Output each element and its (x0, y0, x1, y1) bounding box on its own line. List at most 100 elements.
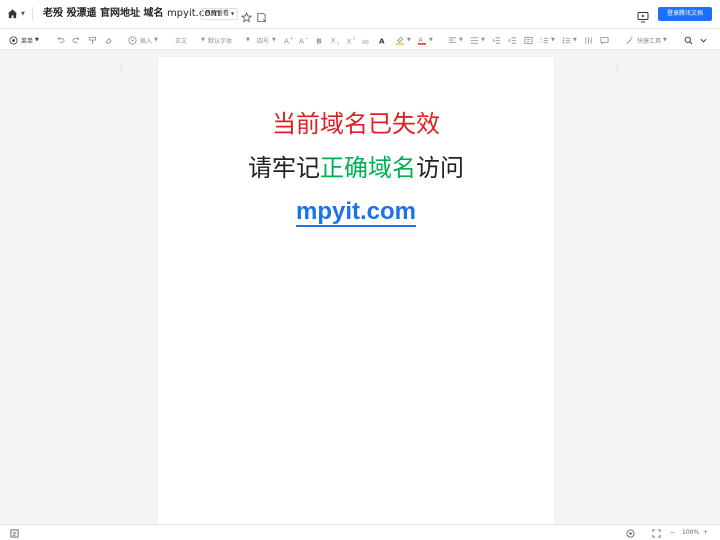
paragraph-style-select[interactable]: 正文 ▼ (175, 34, 205, 46)
search-button[interactable] (684, 34, 693, 46)
chevron-down-icon: ▼ (429, 37, 433, 43)
font-decrease-icon: A − (299, 36, 309, 44)
chevron-down-icon: ▼ (154, 37, 158, 43)
collapse-toolbar-button[interactable] (699, 34, 708, 46)
home-menu[interactable]: ▼ (7, 8, 25, 19)
text-effect-button[interactable]: A (378, 34, 388, 46)
document-page[interactable]: 当前域名已失效 请牢记正确域名访问 mpyit.com (158, 57, 554, 524)
chevron-down-icon: ▼ (201, 37, 205, 43)
outdent-icon (508, 36, 517, 45)
zoom-level[interactable]: 100% (682, 529, 699, 537)
svg-text:A: A (418, 37, 423, 44)
align-button[interactable]: ▼ (448, 34, 463, 46)
insert-icon (128, 35, 137, 45)
chevron-down-icon: ▼ (551, 37, 555, 43)
quick-tools-menu[interactable]: 快捷工具 ▼ (625, 34, 667, 46)
svg-text:A: A (299, 36, 304, 44)
chevron-down-icon: ▼ (573, 37, 577, 43)
svg-text:B: B (316, 36, 321, 44)
chevron-down-icon: ▼ (459, 37, 463, 43)
outdent-button[interactable] (508, 34, 517, 46)
comment-button[interactable] (600, 34, 609, 46)
chevron-down-icon: ▼ (35, 37, 39, 43)
title-divider (32, 7, 33, 21)
line-spacing-button[interactable]: ▼ (470, 34, 485, 46)
status-bar: − 100% + (0, 524, 720, 540)
bulleted-list-button[interactable]: ▼ (562, 34, 577, 46)
quote-button[interactable] (524, 34, 533, 46)
columns-button[interactable] (584, 34, 593, 46)
text-effect-icon: A (378, 36, 388, 44)
chevron-down-icon: ▼ (21, 10, 25, 17)
search-icon (684, 36, 693, 45)
font-family-select[interactable]: 默认字体 ▼ (208, 34, 250, 46)
bookmark-icon[interactable] (256, 8, 267, 27)
redo-icon (72, 36, 81, 45)
undo-button[interactable] (56, 34, 65, 46)
menu-button[interactable]: 菜单 ▼ (9, 34, 39, 46)
chevron-down-icon: ▼ (481, 37, 485, 43)
svg-text:A: A (284, 36, 289, 44)
insert-menu[interactable]: 插入 ▼ (128, 34, 158, 46)
highlight-color-button[interactable]: ▼ (395, 34, 411, 46)
comment-icon (600, 36, 609, 45)
present-icon[interactable] (637, 8, 649, 27)
toolbar-divider (617, 62, 618, 74)
remember-notice: 请牢记正确域名访问 (248, 154, 464, 182)
star-icon[interactable] (240, 8, 253, 27)
align-left-icon (448, 36, 457, 45)
line-spacing-icon (470, 36, 479, 45)
zoom-out-button[interactable]: − (670, 529, 675, 537)
bold-icon: B (315, 36, 323, 44)
readonly-badge[interactable]: 只能查看 ▼ (201, 8, 239, 20)
fullscreen-button[interactable] (652, 529, 661, 540)
zoom-in-button[interactable]: + (703, 529, 708, 537)
numbered-list-icon (540, 36, 549, 45)
undo-icon (56, 36, 65, 45)
pinyin-icon: ab (362, 36, 372, 44)
expired-notice: 当前域名已失效 (272, 110, 440, 138)
domain-line: mpyit.com (158, 197, 554, 229)
increase-font-button[interactable]: A + (284, 34, 294, 46)
subscript-button[interactable]: X2 (331, 34, 341, 46)
numbered-list-button[interactable]: ▼ (540, 34, 555, 46)
font-size-select[interactable]: 四号 ▼ (257, 34, 276, 46)
superscript-icon: X2 (347, 36, 357, 44)
play-button[interactable] (626, 529, 635, 540)
quote-icon (524, 36, 533, 45)
font-color-button[interactable]: A ▼ (417, 34, 433, 46)
highlighter-icon (395, 35, 405, 45)
svg-text:2: 2 (337, 41, 339, 44)
svg-text:+: + (290, 36, 294, 42)
play-icon (626, 529, 635, 540)
chevron-down-icon: ▼ (246, 37, 250, 43)
bulleted-list-icon (562, 36, 571, 45)
svg-text:X: X (331, 37, 336, 44)
domain-link[interactable]: mpyit.com (295, 198, 417, 227)
subscript-icon: X2 (331, 36, 341, 45)
eraser-icon (104, 36, 113, 45)
font-color-icon: A (417, 35, 427, 45)
svg-text:X: X (347, 38, 352, 44)
svg-text:−: − (305, 36, 309, 41)
redo-button[interactable] (72, 34, 81, 46)
decrease-font-button[interactable]: A − (299, 34, 309, 46)
toolbar-divider (121, 62, 122, 74)
svg-text:A: A (379, 36, 385, 44)
format-toolbar: 菜单 ▼ 插入 ▼ 正文 ▼ 默认字体 ▼ 四号 ▼ A+ A− B X2 (0, 28, 720, 74)
svg-text:2: 2 (353, 36, 355, 40)
login-button[interactable]: 登录腾讯文档 (658, 7, 712, 21)
chevron-down-icon: ▼ (230, 11, 235, 16)
chevron-down-icon: ▼ (407, 37, 411, 43)
format-painter-button[interactable] (88, 34, 97, 46)
outline-button[interactable] (10, 529, 19, 540)
bold-button[interactable]: B (315, 34, 323, 46)
document-title[interactable]: 老殁 殁漂遥 官网地址 域名 mpyit.com (43, 7, 220, 21)
indent-button[interactable] (492, 34, 501, 46)
svg-text:ab: ab (362, 39, 369, 44)
clear-format-button[interactable] (104, 34, 113, 46)
superscript-button[interactable]: X2 (347, 34, 357, 46)
font-increase-icon: A + (284, 36, 294, 45)
menu-icon (9, 35, 18, 45)
pinyin-button[interactable]: ab (362, 34, 372, 46)
